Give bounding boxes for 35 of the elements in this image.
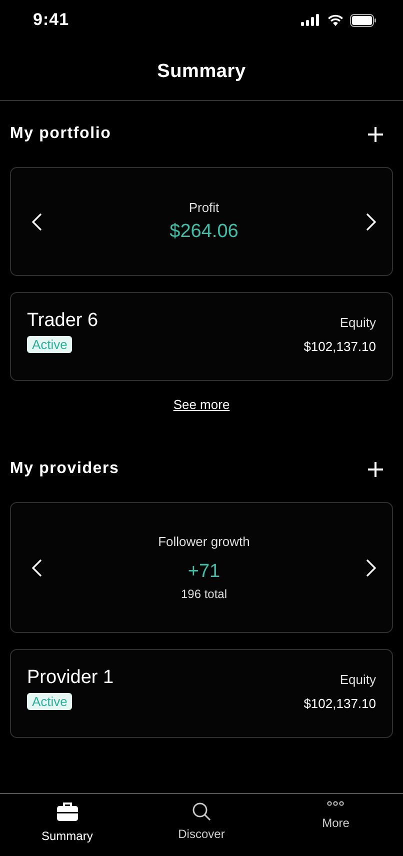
signal-icon <box>301 14 321 26</box>
chevron-left-icon[interactable] <box>31 212 43 232</box>
section-title: My providers <box>10 460 120 478</box>
status-badge: Active <box>27 336 72 353</box>
account-card[interactable]: Trader 6 Active Equity $102,137.10 <box>10 292 393 381</box>
plus-icon[interactable] <box>368 462 383 476</box>
chevron-right-icon[interactable] <box>364 558 377 578</box>
equity-label: Equity <box>340 672 376 687</box>
see-more-link[interactable]: See more <box>173 397 230 412</box>
account-name: Trader 6 <box>27 310 98 332</box>
equity-value: $102,137.10 <box>304 696 376 711</box>
equity-value: $102,137.10 <box>304 339 376 354</box>
plus-icon[interactable] <box>368 126 383 142</box>
tab-item[interactable]: Summary <box>0 794 134 856</box>
status-badge: Active <box>27 693 72 710</box>
metric-label: Profit <box>188 200 220 215</box>
clock-time: 9:41 <box>33 10 70 30</box>
metric-label: Follower growth <box>158 534 250 549</box>
metric-subtext: 196 total <box>180 587 228 601</box>
section-title: My portfolio <box>10 125 112 143</box>
page-title: Summary <box>157 61 246 83</box>
battery-icon <box>350 14 377 26</box>
briefcase-icon <box>56 802 78 821</box>
chevron-left-icon[interactable] <box>31 558 43 578</box>
tab-item[interactable]: More <box>268 794 403 856</box>
tab-item[interactable]: Discover <box>134 794 269 856</box>
account-name: Provider 1 <box>27 667 114 689</box>
metric-value: +71 <box>188 561 220 583</box>
chevron-right-icon[interactable] <box>365 212 377 232</box>
wifi-icon <box>327 14 344 26</box>
metric-value: $264.06 <box>170 221 238 243</box>
account-card[interactable]: Provider 1 Active Equity $102,137.10 <box>10 649 393 738</box>
more-icon <box>327 801 344 806</box>
equity-label: Equity <box>340 315 376 330</box>
search-icon <box>192 802 211 821</box>
